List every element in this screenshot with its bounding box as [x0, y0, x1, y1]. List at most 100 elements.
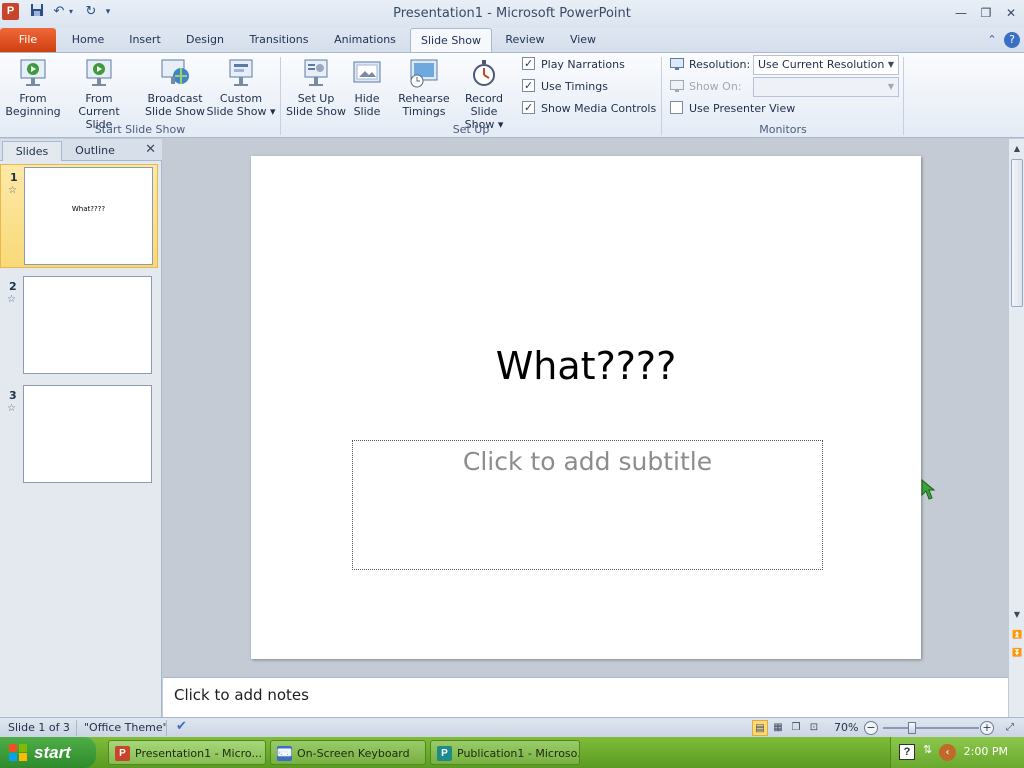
slide-canvas[interactable]: What???? Click to add subtitle	[251, 156, 921, 659]
zoom-slider-handle[interactable]	[908, 722, 916, 734]
taskbar-item-keyboard[interactable]: ⌨ On-Screen Keyboard	[270, 740, 426, 765]
slide-thumbnail[interactable]	[23, 276, 152, 374]
record-slide-show-button[interactable]: Record Slide Show ▾	[450, 57, 518, 131]
from-current-slide-button[interactable]: From Current Slide	[64, 57, 134, 131]
scroll-up-icon[interactable]: ▲	[1009, 141, 1024, 157]
restore-button[interactable]: ❐	[973, 3, 999, 23]
tab-home[interactable]: Home	[62, 28, 114, 52]
start-button[interactable]: start	[0, 737, 96, 768]
set-up-group-label: Set Up	[452, 123, 490, 136]
checkbox-checked-icon[interactable]	[522, 77, 535, 95]
use-timings-label: Use Timings	[541, 80, 608, 93]
fit-to-window-icon[interactable]: ⤢	[1002, 720, 1018, 736]
slide-show-view-icon[interactable]: ⊡	[806, 720, 822, 736]
minimize-ribbon-icon[interactable]: ⌃	[984, 32, 1000, 48]
tab-insert[interactable]: Insert	[120, 28, 170, 52]
checkbox-unchecked-icon[interactable]	[670, 101, 683, 114]
close-pane-icon[interactable]: ✕	[145, 142, 156, 157]
zoom-in-button[interactable]: +	[980, 721, 994, 735]
show-on-row: Show On:	[670, 78, 742, 96]
checkbox-checked-icon[interactable]	[522, 99, 535, 117]
custom-label-2: Slide Show ▾	[206, 105, 276, 118]
keyboard-icon: ⌨	[277, 746, 292, 761]
scroll-thumb[interactable]	[1011, 159, 1023, 307]
slide-thumbnail[interactable]	[23, 385, 152, 483]
animation-star-icon: ☆	[7, 294, 16, 305]
group-separator	[903, 57, 904, 135]
next-slide-icon[interactable]: ⏬	[1009, 645, 1024, 661]
hide-slide-icon	[353, 61, 381, 83]
help-tray-icon[interactable]: ?	[899, 744, 915, 760]
collapse-tray-icon[interactable]: ‹	[939, 744, 956, 761]
slide-count: Slide 1 of 3	[8, 721, 70, 734]
zoom-out-button[interactable]: −	[864, 721, 878, 735]
slide-thumbnail[interactable]: What????	[24, 167, 153, 265]
windows-flag-icon	[9, 744, 27, 761]
broadcast-label-1: Broadcast	[147, 92, 203, 105]
previous-slide-icon[interactable]: ⏫	[1009, 627, 1024, 643]
from-beginning-button[interactable]: From Beginning	[4, 57, 62, 118]
ribbon-tabs: File Home Insert Design Transitions Anim…	[0, 28, 1024, 52]
tab-animations[interactable]: Animations	[326, 28, 404, 52]
stopwatch-icon	[473, 60, 495, 86]
slideshow-play-icon	[20, 59, 46, 86]
slide-thumbnail-row[interactable]: 3 ☆	[0, 383, 158, 487]
rehearse-timings-button[interactable]: Rehearse Timings	[394, 57, 454, 118]
tab-slide-show[interactable]: Slide Show	[410, 28, 492, 52]
notes-pane[interactable]: Click to add notes	[163, 677, 1008, 717]
tab-review[interactable]: Review	[498, 28, 552, 52]
start-label: start	[34, 743, 71, 762]
play-narrations-checkbox[interactable]: Play Narrations	[522, 55, 625, 74]
spell-check-icon[interactable]: ✔	[176, 719, 187, 734]
use-timings-checkbox[interactable]: Use Timings	[522, 77, 608, 96]
show-media-controls-checkbox[interactable]: Show Media Controls	[522, 99, 656, 118]
slide-thumbnail-row[interactable]: 1 ☆ What????	[0, 164, 158, 268]
tab-design[interactable]: Design	[176, 28, 234, 52]
broadcast-slide-show-button[interactable]: Broadcast Slide Show	[144, 57, 206, 118]
system-tray: ? ⇅ ‹ 2:00 PM	[890, 737, 1024, 768]
taskbar-item-publication[interactable]: P Publication1 - Microso...	[430, 740, 580, 765]
custom-slide-show-button[interactable]: Custom Slide Show ▾	[206, 57, 276, 118]
show-on-dropdown: ▼	[753, 77, 899, 97]
broadcast-label-2: Slide Show	[144, 105, 206, 118]
zoom-slider-track[interactable]	[883, 727, 979, 729]
record-label-1: Record Slide	[464, 92, 503, 118]
clock: 2:00 PM	[963, 745, 1008, 758]
vertical-scrollbar[interactable]: ▲ ▼ ⏫ ⏬	[1008, 139, 1024, 677]
subtitle-placeholder-text: Click to add subtitle	[462, 447, 713, 476]
normal-view-icon[interactable]: ▤	[752, 720, 768, 736]
thumbnail-title: What????	[71, 205, 106, 213]
notes-scrollbar[interactable]	[1008, 677, 1024, 717]
tab-slides[interactable]: Slides	[2, 141, 62, 161]
zoom-level[interactable]: 70%	[834, 721, 858, 734]
resolution-value: Use Current Resolution	[758, 58, 885, 71]
hide-slide-button[interactable]: Hide Slide	[348, 57, 386, 118]
set-up-slide-show-button[interactable]: Set Up Slide Show	[284, 57, 348, 118]
slide-thumbnail-row[interactable]: 2 ☆	[0, 274, 158, 378]
taskbar-item-label: Presentation1 - Micro...	[135, 747, 262, 760]
network-icon[interactable]: ⇅	[923, 743, 932, 756]
slide-title[interactable]: What????	[251, 344, 921, 388]
resolution-dropdown[interactable]: Use Current Resolution ▼	[753, 55, 899, 75]
title-bar: P ↶ ▾ ↻ ▾ Presentation1 - Microsoft Powe…	[0, 0, 1024, 28]
tab-file[interactable]: File	[0, 28, 56, 52]
setup-show-icon	[304, 59, 328, 86]
hide-label-2: Slide	[353, 105, 381, 118]
rehearse-label-1: Rehearse	[398, 92, 450, 105]
minimize-button[interactable]: —	[948, 3, 974, 23]
tab-view[interactable]: View	[560, 28, 606, 52]
reading-view-icon[interactable]: ❒	[788, 720, 804, 736]
slide-sorter-view-icon[interactable]: ▦	[770, 720, 786, 736]
subtitle-placeholder[interactable]: Click to add subtitle	[352, 440, 823, 570]
theme-name[interactable]: "Office Theme"	[84, 721, 168, 734]
checkbox-checked-icon[interactable]	[522, 55, 535, 73]
close-button[interactable]: ✕	[998, 3, 1024, 23]
scroll-down-icon[interactable]: ▼	[1009, 607, 1024, 623]
taskbar-item-presentation[interactable]: P Presentation1 - Micro...	[108, 740, 266, 765]
status-separator	[166, 720, 167, 736]
tab-outline[interactable]: Outline	[64, 141, 126, 161]
help-icon[interactable]: ?	[1004, 32, 1020, 48]
slide-editor: What???? Click to add subtitle	[163, 139, 1008, 677]
use-presenter-view-checkbox[interactable]: Use Presenter View	[670, 100, 795, 118]
tab-transitions[interactable]: Transitions	[240, 28, 318, 52]
